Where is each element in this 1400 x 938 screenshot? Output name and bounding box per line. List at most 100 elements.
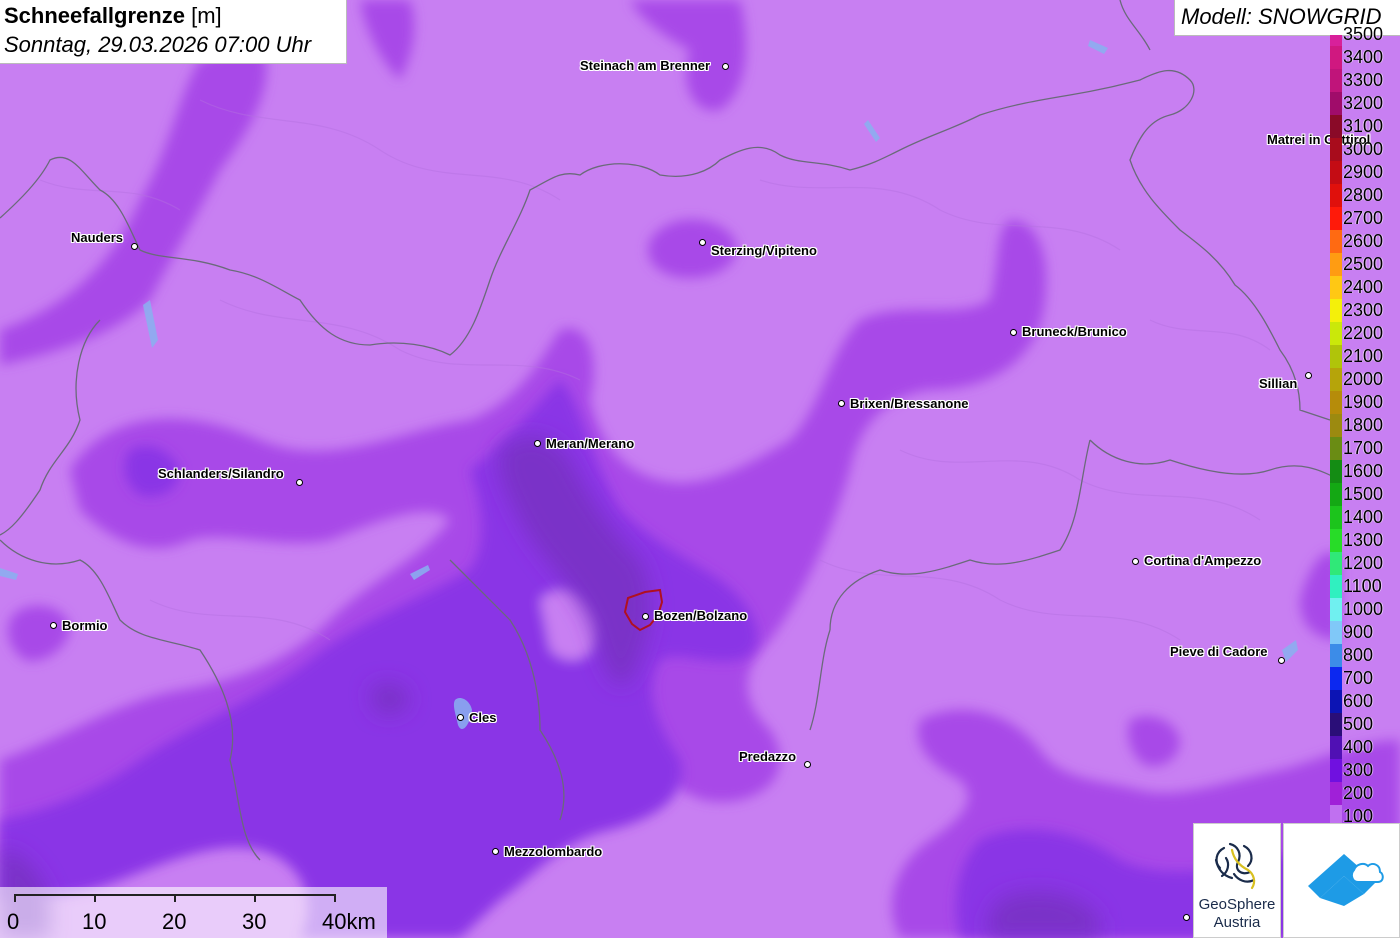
legend-swatch: [1330, 782, 1342, 805]
map-title: Schneefallgrenze [m]: [4, 3, 222, 29]
city-marker[interactable]: [131, 243, 138, 250]
city-label[interactable]: Pieve di Cadore: [1170, 644, 1268, 659]
city-marker[interactable]: [722, 63, 729, 70]
app-logo[interactable]: [1283, 823, 1400, 938]
legend-swatch: [1330, 115, 1342, 138]
city-marker[interactable]: [1305, 372, 1312, 379]
legend-value: 1500: [1343, 483, 1384, 504]
legend-swatch: [1330, 138, 1342, 161]
parameter-name: Schneefallgrenze: [4, 3, 185, 28]
scale-label: 40km: [322, 909, 376, 934]
legend-swatch: [1330, 483, 1342, 506]
city-marker[interactable]: [1010, 329, 1017, 336]
city-marker[interactable]: [296, 479, 303, 486]
legend-swatch: [1330, 161, 1342, 184]
legend-value: 1200: [1343, 552, 1384, 573]
city-marker[interactable]: [1278, 657, 1285, 664]
scale-tick: [254, 894, 256, 902]
legend-value: 3200: [1343, 92, 1384, 113]
title-panel: Schneefallgrenze [m] Sonntag, 29.03.2026…: [0, 0, 347, 64]
legend-value: 900: [1343, 621, 1374, 642]
city-marker[interactable]: [699, 239, 706, 246]
city-marker[interactable]: [50, 622, 57, 629]
legend-colorbar: [1330, 35, 1342, 828]
legend-swatch: [1330, 529, 1342, 552]
legend-value: 300: [1343, 759, 1374, 780]
legend-value: 1100: [1343, 575, 1382, 596]
city-label[interactable]: Nauders: [71, 230, 123, 245]
scale-tick: [14, 894, 16, 902]
city-label[interactable]: Steinach am Brenner: [580, 58, 710, 73]
legend-value: 3500: [1343, 23, 1384, 44]
legend-swatch: [1330, 299, 1342, 322]
scale-label: 20: [162, 909, 187, 934]
legend-swatch: [1330, 46, 1342, 69]
legend-swatch: [1330, 667, 1342, 690]
legend-value: 1600: [1343, 460, 1384, 481]
scale-label: 30: [242, 909, 267, 934]
legend-value: 1400: [1343, 506, 1384, 527]
legend-swatch: [1330, 460, 1342, 483]
legend-value: 1300: [1343, 529, 1384, 550]
city-label[interactable]: Cles: [469, 710, 496, 725]
city-label[interactable]: Schlanders/Silandro: [158, 466, 284, 481]
scale-tick: [94, 894, 96, 902]
legend-swatch: [1330, 253, 1342, 276]
city-marker[interactable]: [804, 761, 811, 768]
legend-value: 3400: [1343, 46, 1384, 67]
legend-swatch: [1330, 322, 1342, 345]
legend-swatch: [1330, 414, 1342, 437]
legend-value: 2100: [1343, 345, 1384, 366]
city-label[interactable]: Sillian: [1259, 376, 1297, 391]
legend-swatch: [1330, 621, 1342, 644]
legend-value: 2000: [1343, 368, 1384, 389]
legend-swatch: [1330, 276, 1342, 299]
legend-value: 2600: [1343, 230, 1384, 251]
forecast-datetime: Sonntag, 29.03.2026 07:00 Uhr: [4, 32, 312, 57]
city-label[interactable]: Bruneck/Brunico: [1022, 324, 1127, 339]
city-label[interactable]: Cortina d'Ampezzo: [1144, 553, 1261, 568]
legend-value: 1700: [1343, 437, 1384, 458]
city-marker[interactable]: [492, 848, 499, 855]
city-label[interactable]: Bozen/Bolzano: [654, 608, 747, 623]
geosphere-logo[interactable]: GeoSphere Austria: [1193, 823, 1281, 938]
legend-swatch: [1330, 552, 1342, 575]
legend-swatch: [1330, 644, 1342, 667]
city-marker[interactable]: [1183, 914, 1190, 921]
legend-swatch: [1330, 598, 1342, 621]
legend-swatch: [1330, 437, 1342, 460]
legend-value: 1000: [1343, 598, 1384, 619]
legend-swatch: [1330, 92, 1342, 115]
legend-value: 3000: [1343, 138, 1384, 159]
city-label[interactable]: Mezzolombardo: [504, 844, 602, 859]
logo-text-line1: GeoSphere: [1198, 896, 1276, 913]
legend-value: 1900: [1343, 391, 1384, 412]
legend-swatch: [1330, 345, 1342, 368]
legend-value: 2700: [1343, 207, 1384, 228]
scale-label: 0: [7, 909, 20, 934]
legend-swatch: [1330, 184, 1342, 207]
legend-swatch: [1330, 736, 1342, 759]
legend-swatch: [1330, 713, 1342, 736]
legend-value: 200: [1343, 782, 1374, 803]
scale-tick: [174, 894, 176, 902]
parameter-unit: [m]: [191, 3, 222, 28]
map-view[interactable]: Schneefallgrenze [m] Sonntag, 29.03.2026…: [0, 0, 1400, 938]
city-marker[interactable]: [457, 714, 464, 721]
legend-value: 2900: [1343, 161, 1384, 182]
city-marker[interactable]: [838, 400, 845, 407]
legend-value: 2800: [1343, 184, 1384, 205]
city-marker[interactable]: [534, 440, 541, 447]
city-label[interactable]: Predazzo: [739, 749, 796, 764]
city-label[interactable]: Meran/Merano: [546, 436, 634, 451]
legend-swatch: [1330, 69, 1342, 92]
legend-swatch: [1330, 368, 1342, 391]
city-marker[interactable]: [642, 613, 649, 620]
legend-value: 700: [1343, 667, 1374, 688]
city-label[interactable]: Bormio: [62, 618, 108, 633]
city-label[interactable]: Sterzing/Vipiteno: [711, 243, 817, 258]
legend-value: 3300: [1343, 69, 1384, 90]
city-marker[interactable]: [1132, 558, 1139, 565]
legend-swatch: [1330, 759, 1342, 782]
city-label[interactable]: Brixen/Bressanone: [850, 396, 969, 411]
